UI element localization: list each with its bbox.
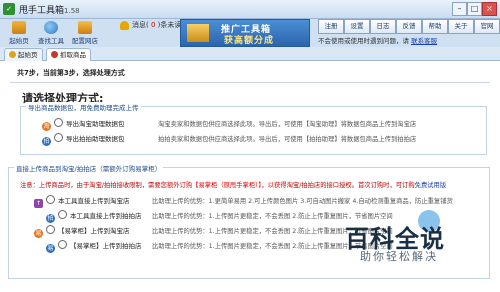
option-desc: 拍拍卖家和数据包供应商选择此项。导出后，可使用【拍拍助理】将数据包商品上传到拍拍… <box>158 136 417 143</box>
contact-support-link[interactable]: 联系客服 <box>411 37 437 45</box>
option-desc: 比助理上传的优势：1.更简单易用 2.可上传颜色图片 3.可自动图片搬家 4.自… <box>152 198 453 205</box>
maximize-button[interactable]: □ <box>467 2 482 16</box>
yzg-icon: 易 <box>46 244 55 253</box>
website-button[interactable]: 官网 <box>474 19 500 34</box>
log-button[interactable]: 日志 <box>370 19 396 34</box>
export-group-legend: 导出商品数据包，用免费助理完成上传 <box>26 102 141 112</box>
radio-button[interactable] <box>58 210 67 219</box>
toolbar-home-button[interactable]: 起始页 <box>4 20 34 46</box>
shop-icon <box>78 21 92 34</box>
divider <box>10 82 490 83</box>
option-upload-paipai[interactable]: 拍本工具直接上传到拍拍店 <box>46 210 142 223</box>
help-button[interactable]: 帮助 <box>422 19 448 34</box>
minimize-button[interactable]: – <box>452 2 467 16</box>
upload-icon: ↑ <box>34 199 43 208</box>
search-icon <box>44 21 58 34</box>
home-icon <box>12 21 26 34</box>
option-upload-taobao[interactable]: ↑ 本工具直接上传到淘宝店 <box>34 195 130 208</box>
tab-home[interactable]: 起始页 <box>4 48 43 61</box>
toolbox-icon <box>187 24 209 42</box>
promo-banner[interactable]: 推广工具箱 获高额分成 <box>180 19 310 47</box>
paipai-icon: 拍 <box>42 137 51 146</box>
direct-upload-group-legend: 直接上传商品到淘宝/拍拍店（需额外订购易掌柜） <box>14 163 164 173</box>
message-indicator[interactable]: 消息( 0 )条未读 <box>120 20 181 30</box>
toolbar-config-shop-button[interactable]: 配置网店 <box>70 20 100 46</box>
radio-button[interactable] <box>54 133 63 142</box>
taobao-icon: 淘 <box>42 122 51 131</box>
yzg-icon: 易 <box>34 229 43 238</box>
option-yzg-taobao[interactable]: 易【易掌柜】上传到淘宝店 <box>34 225 130 238</box>
watermark-subtitle: 助你轻松解决 <box>360 250 438 263</box>
about-button[interactable]: 关于 <box>448 19 474 34</box>
free-trial-link[interactable]: 免费试用版 <box>415 182 446 189</box>
upload-icon: 拍 <box>46 214 55 223</box>
app-icon: ✓ <box>3 3 15 15</box>
radio-button[interactable] <box>46 195 55 204</box>
home-icon <box>9 51 16 58</box>
option-desc: 淘宝卖家和数据包供应商选择此项。导出后，可使用【淘宝助理】将数据包商品上传到淘宝… <box>158 121 417 128</box>
radio-button[interactable] <box>58 240 67 249</box>
window-title: 甩手工具箱1.58 <box>19 6 80 16</box>
order-notice: 注意：上传商品时，由于淘宝/拍拍接收限制，需要您额外订购【易掌柜（原甩手掌柜）】… <box>20 182 447 189</box>
register-button[interactable]: 注册 <box>318 19 344 34</box>
capture-icon <box>51 51 58 58</box>
bell-icon <box>120 20 129 30</box>
close-button[interactable]: × <box>482 2 497 16</box>
tab-capture-products[interactable]: 抓取商品 <box>46 48 91 61</box>
settings-button[interactable]: 设置 <box>344 19 370 34</box>
option-export-paipai[interactable]: 拍导出拍拍助理数据包 <box>42 133 125 146</box>
step-indicator: 共7步，当前第3步，选择处理方式 <box>17 69 125 77</box>
radio-button[interactable] <box>54 118 63 127</box>
support-hint: 不会使用或使用时遇到问题，请 联系客服 <box>318 37 438 45</box>
toolbar-find-tools-button[interactable]: 查找工具 <box>36 20 66 46</box>
option-yzg-paipai[interactable]: 易【易掌柜】上传到拍拍店 <box>46 240 142 253</box>
radio-button[interactable] <box>46 225 55 234</box>
option-export-taobao[interactable]: 淘导出淘宝助理数据包 <box>42 118 125 131</box>
feedback-button[interactable]: 反馈 <box>396 19 422 34</box>
